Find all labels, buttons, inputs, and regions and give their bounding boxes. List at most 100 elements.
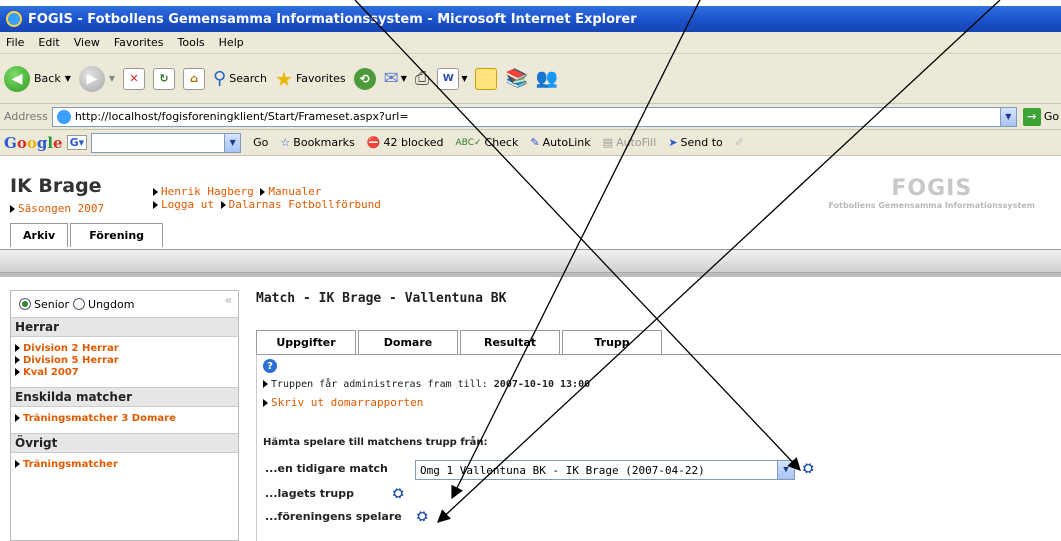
- sidebar-item-label: Division 2 Herrar: [23, 343, 119, 354]
- season-label: Säsongen 2007: [18, 202, 105, 215]
- sidebar-item-label: Träningsmatcher 3 Domare: [23, 413, 176, 424]
- team-squad-label: ...lagets trupp: [265, 487, 354, 500]
- print-button[interactable]: ⎙: [415, 68, 429, 89]
- autofill-label: AutoFill: [616, 136, 657, 149]
- google-menu-icon[interactable]: G▾: [66, 135, 88, 150]
- back-arrow-icon: ◀: [4, 65, 30, 92]
- print-report-label: Skriv ut domarrapporten: [271, 396, 424, 409]
- back-dropdown-icon[interactable]: ▼: [65, 74, 71, 83]
- sidebar-item-traningsmatcher-3[interactable]: Träningsmatcher 3 Domare: [15, 413, 234, 425]
- address-bar: Address http://localhost/fogisforeningkl…: [0, 104, 1061, 130]
- chevron-down-icon[interactable]: ▼: [777, 461, 794, 479]
- menu-help[interactable]: Help: [219, 36, 244, 49]
- autolink-button[interactable]: ✎ AutoLink: [530, 136, 590, 149]
- menu-edit[interactable]: Edit: [38, 36, 59, 49]
- bookmarks-label: Bookmarks: [293, 136, 355, 149]
- menu-file[interactable]: File: [6, 36, 24, 49]
- send-to-button[interactable]: ➤ Send to: [668, 136, 722, 149]
- history-button[interactable]: ⟲: [353, 67, 376, 90]
- menu-favorites[interactable]: Favorites: [114, 36, 164, 49]
- address-url: http://localhost/fogisforeningklient/Sta…: [74, 110, 409, 123]
- spell-check-button[interactable]: ABC✓ Check: [456, 136, 519, 149]
- address-dropdown-icon[interactable]: ▼: [999, 107, 1016, 126]
- menu-tools[interactable]: Tools: [178, 36, 205, 49]
- star-outline-icon: ☆: [280, 136, 291, 149]
- arrow-right-icon: [15, 460, 20, 468]
- tab-trupp[interactable]: Trupp: [562, 330, 662, 354]
- google-dropdown-icon[interactable]: ▼: [224, 133, 241, 152]
- user-link[interactable]: Henrik Hagberg: [153, 185, 254, 198]
- google-search-input[interactable]: ▼: [91, 132, 242, 153]
- blocked-label: 42 blocked: [383, 136, 444, 149]
- sidebar-item-traningsmatcher[interactable]: Träningsmatcher: [15, 459, 234, 471]
- tab-resultat[interactable]: Resultat: [460, 330, 560, 354]
- arrow-right-icon: [260, 188, 266, 196]
- mail-button[interactable]: ✉ ▼: [384, 68, 407, 89]
- binoculars-icon[interactable]: ⛭: [393, 486, 403, 501]
- senior-radio[interactable]: [19, 298, 31, 310]
- deadline-value: 2007-10-10 13:00: [493, 379, 591, 390]
- binoculars-icon[interactable]: ⛭: [803, 461, 813, 476]
- arrow-right-icon: [15, 356, 20, 364]
- logout-link[interactable]: Logga ut: [153, 198, 214, 211]
- gray-bar: [0, 249, 1061, 273]
- collapse-icon[interactable]: «: [225, 293, 232, 307]
- spellcheck-icon: ABC✓: [455, 137, 482, 148]
- go-button[interactable]: → Go: [1022, 107, 1059, 126]
- home-icon: ⌂: [183, 67, 206, 90]
- manuals-link[interactable]: Manualer: [260, 185, 321, 198]
- sidebar-item-division-2[interactable]: Division 2 Herrar: [15, 343, 234, 355]
- arrow-right-icon: [15, 368, 20, 376]
- popup-blocker-button[interactable]: ⛔ 42 blocked: [367, 136, 444, 149]
- ovrigt-links: Träningsmatcher: [11, 453, 238, 479]
- tab-arkiv[interactable]: Arkiv: [10, 223, 69, 247]
- notes-button[interactable]: [475, 67, 498, 90]
- home-button[interactable]: ⌂: [183, 67, 206, 90]
- search-label: Search: [229, 72, 268, 85]
- season-link[interactable]: Säsongen 2007: [10, 202, 104, 215]
- print-report-link[interactable]: Skriv ut domarrapporten: [263, 396, 423, 409]
- pencil-button[interactable]: ✐: [735, 136, 744, 149]
- binoculars-icon[interactable]: ⛭: [417, 509, 427, 524]
- favorites-button[interactable]: ★ Favorites: [275, 67, 346, 91]
- research-icon: 📚: [505, 68, 528, 89]
- section-enskilda: Enskilda matcher: [11, 387, 238, 407]
- menu-view[interactable]: View: [74, 36, 100, 49]
- herrar-links: Division 2 Herrar Division 5 Herrar Kval…: [11, 337, 238, 387]
- sidebar-item-label: Träningsmatcher: [23, 459, 118, 470]
- tab-domare[interactable]: Domare: [358, 330, 458, 354]
- youth-radio[interactable]: [73, 298, 86, 310]
- favorites-label: Favorites: [295, 72, 346, 85]
- history-icon: ⟲: [353, 67, 376, 90]
- club-players-label: ...föreningens spelare: [265, 510, 402, 523]
- google-go-button[interactable]: Go: [253, 136, 268, 149]
- help-icon[interactable]: ?: [263, 359, 277, 373]
- sidebar-item-division-5[interactable]: Division 5 Herrar: [15, 355, 234, 367]
- trupp-panel: ? Truppen får administreras fram till: 2…: [256, 354, 1061, 541]
- forward-button[interactable]: ▶ ▼: [78, 65, 115, 92]
- sidebar-item-label: Kval 2007: [23, 367, 79, 378]
- page-icon: [56, 109, 71, 124]
- research-button[interactable]: 📚: [505, 68, 527, 89]
- address-input[interactable]: http://localhost/fogisforeningklient/Sta…: [51, 106, 1017, 127]
- back-button[interactable]: ◀ Back ▼: [4, 65, 71, 92]
- search-button[interactable]: ⚲ Search: [213, 68, 267, 89]
- prev-match-select[interactable]: Omg 1 Vallentuna BK - IK Brage (2007-04-…: [415, 460, 795, 480]
- district-link[interactable]: Dalarnas Fotbollförbund: [220, 198, 381, 211]
- refresh-button[interactable]: ↻: [153, 67, 176, 90]
- tab-forening[interactable]: Förening: [70, 223, 164, 247]
- google-bookmarks-button[interactable]: ☆ Bookmarks: [280, 136, 354, 149]
- word-button[interactable]: W ▼: [437, 67, 467, 90]
- arrow-right-icon: [220, 201, 226, 209]
- forward-dropdown-icon[interactable]: ▼: [109, 74, 115, 83]
- tab-uppgifter[interactable]: Uppgifter: [256, 330, 356, 354]
- arrow-right-icon: [263, 399, 268, 407]
- forward-arrow-icon: ▶: [78, 65, 105, 92]
- autofill-button[interactable]: ▤ AutoFill: [603, 136, 657, 149]
- messenger-button[interactable]: 👥: [536, 68, 558, 89]
- sidebar-item-kval[interactable]: Kval 2007: [15, 367, 234, 379]
- menu-bar: File Edit View Favorites Tools Help: [0, 32, 1061, 54]
- arrow-right-icon: [153, 188, 158, 196]
- stop-button[interactable]: ✕: [123, 67, 146, 90]
- fogis-logo: FOGIS Fotbollens Gemensamma Informations…: [829, 176, 1035, 210]
